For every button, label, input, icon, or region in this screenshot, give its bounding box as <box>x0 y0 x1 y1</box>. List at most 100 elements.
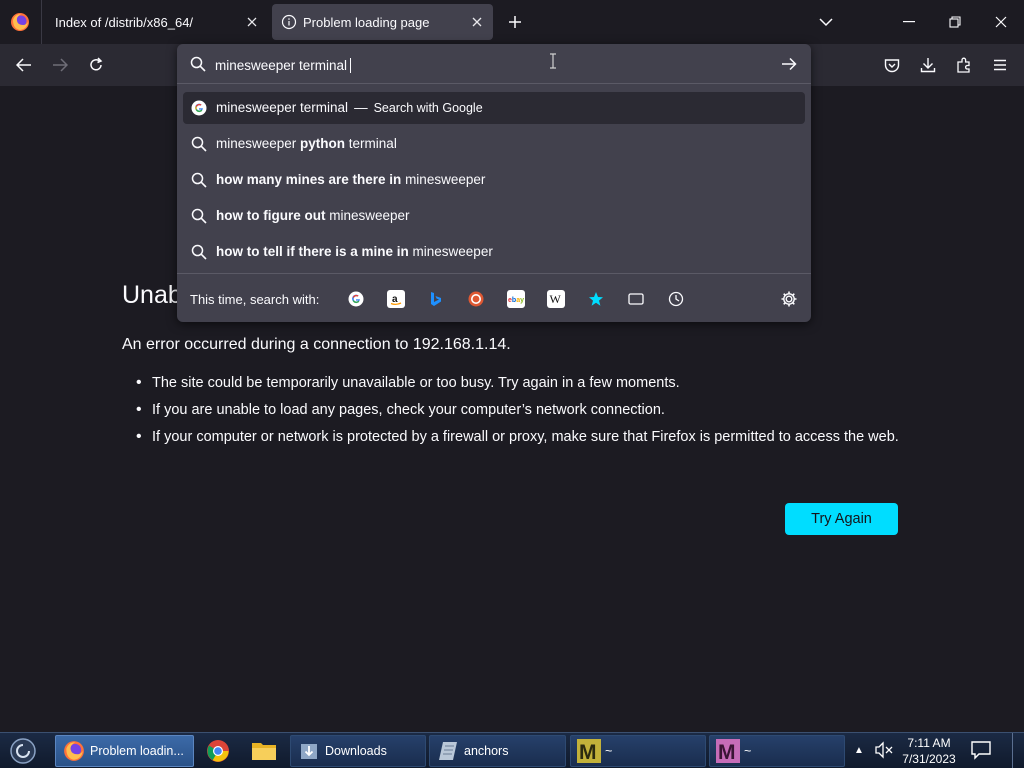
try-again-button[interactable]: Try Again <box>785 503 898 535</box>
tab-title: Index of /distrib/x86_64/ <box>55 14 194 30</box>
search-settings-gear-icon[interactable] <box>780 290 798 308</box>
error-suggestion-item: If your computer or network is protected… <box>136 427 912 447</box>
search-icon <box>190 56 206 72</box>
taskbar-item-label: Problem loadin... <box>90 744 184 758</box>
firefox-menu-icon[interactable] <box>8 10 32 34</box>
ebay-icon[interactable]: ebay <box>507 290 525 308</box>
list-all-tabs-chevron-icon[interactable] <box>814 10 838 34</box>
tab-index-distrib[interactable]: Index of /distrib/x86_64/ <box>42 4 268 40</box>
suggestion-item-0[interactable]: minesweeper terminal — Search with Google <box>183 92 805 124</box>
close-tab-icon[interactable] <box>240 10 264 34</box>
suggestion-text-bold: how to tell if there is a mine in <box>216 244 409 259</box>
google-icon <box>191 100 207 116</box>
suggestion-separator: — <box>354 100 368 115</box>
error-description: An error occurred during a connection to… <box>122 336 511 353</box>
close-tab-icon[interactable] <box>465 10 489 34</box>
suggestion-text-part: minesweeper <box>325 208 410 223</box>
back-arrow-icon[interactable] <box>12 53 36 77</box>
bookmarks-star-icon[interactable] <box>587 290 605 308</box>
mate-terminal-icon: M <box>716 739 740 763</box>
google-icon[interactable] <box>347 290 365 308</box>
search-icon <box>191 244 207 260</box>
suggestion-text: how to figure out minesweeper <box>216 208 410 223</box>
clock-time: 7:11 AM <box>907 736 951 750</box>
go-arrow-icon[interactable] <box>778 53 800 75</box>
error-suggestion-item: The site could be temporarily unavailabl… <box>136 373 912 393</box>
taskbar-item-label: ~ <box>744 744 752 758</box>
tabs-icon[interactable] <box>627 290 645 308</box>
volume-muted-icon[interactable] <box>874 741 894 759</box>
mouse-ibeam-cursor-icon <box>550 53 556 69</box>
search-icon <box>191 136 207 152</box>
forward-arrow-icon[interactable] <box>48 53 72 77</box>
suggestion-text-part: minesweeper <box>216 136 301 151</box>
urlbar-dropdown: minesweeper terminal—Search with Google … <box>177 44 811 322</box>
one-off-search-label: This time, search with: <box>190 292 320 307</box>
info-icon <box>281 14 297 30</box>
search-icon <box>191 208 207 224</box>
amazon-icon[interactable]: a <box>387 290 405 308</box>
bing-icon[interactable] <box>427 290 445 308</box>
taskbar-item-label: Downloads <box>325 744 387 758</box>
history-icon[interactable] <box>667 290 685 308</box>
taskbar-item-label: anchors <box>464 744 509 758</box>
suggestion-item-2[interactable]: how many mines are there in minesweeper <box>183 164 805 196</box>
taskbar-clock[interactable]: 7:11 AM 7/31/2023 <box>898 735 960 767</box>
svg-text:M: M <box>579 741 597 763</box>
suggestion-text: how many mines are there in minesweeper <box>216 172 485 187</box>
wikipedia-icon[interactable]: W <box>547 290 565 308</box>
suggestion-text-part: minesweeper <box>401 172 486 187</box>
notifications-icon[interactable] <box>970 740 992 760</box>
error-suggestion-item: If you are unable to load any pages, che… <box>136 400 912 420</box>
show-hidden-icons-chevron-icon[interactable]: ▲ <box>852 743 866 757</box>
mate-terminal-icon: M <box>577 739 601 763</box>
svg-text:a: a <box>392 294 398 305</box>
extensions-puzzle-icon[interactable] <box>952 53 976 77</box>
reload-icon[interactable] <box>84 53 108 77</box>
suggestion-text-bold: python <box>300 136 346 151</box>
search-icon <box>191 172 207 188</box>
suggestion-text-part: minesweeper <box>408 244 493 259</box>
minimize-window-icon[interactable] <box>886 0 932 44</box>
taskbar-item-firefox[interactable]: Problem loadin... <box>55 735 194 767</box>
downloads-folder-icon <box>297 739 321 763</box>
svg-text:M: M <box>718 741 736 763</box>
app-menu-hamburger-icon[interactable] <box>988 53 1012 77</box>
error-suggestions-list: The site could be temporarily unavailabl… <box>136 373 912 454</box>
taskbar-file-explorer-icon[interactable] <box>244 735 284 767</box>
urlbar <box>177 44 811 84</box>
taskbar-item-terminal-1[interactable]: M ~ <box>570 735 706 767</box>
tab-title: Problem loading page <box>303 14 430 30</box>
taskbar-item-terminal-2[interactable]: M ~ <box>709 735 845 767</box>
taskbar-chrome-icon[interactable] <box>198 735 238 767</box>
taskbar-item-downloads[interactable]: Downloads <box>290 735 426 767</box>
pocket-icon[interactable] <box>880 53 904 77</box>
taskbar: Problem loadin... Downloads anchors M ~ … <box>0 732 1024 768</box>
suggestion-text: how to tell if there is a mine in minesw… <box>216 244 493 259</box>
restore-window-icon[interactable] <box>932 0 978 44</box>
tab-strip: Index of /distrib/x86_64/ Problem loadin… <box>0 0 1024 44</box>
duckduckgo-icon[interactable] <box>467 290 485 308</box>
suggestion-item-4[interactable]: how to tell if there is a mine in minesw… <box>183 236 805 268</box>
suggestion-action: Search with Google <box>373 101 483 115</box>
suggestion-text: minesweeper terminal — Search with Google <box>216 100 483 115</box>
start-button[interactable] <box>6 735 40 767</box>
suggestion-text-bold: how many mines are there in <box>216 172 402 187</box>
show-desktop-button[interactable] <box>1012 733 1020 768</box>
new-tab-plus-icon[interactable] <box>503 10 527 34</box>
suggestion-text-bold: how to figure out <box>216 208 326 223</box>
url-input[interactable] <box>215 55 775 75</box>
svg-text:W: W <box>550 292 562 306</box>
suggestion-item-3[interactable]: how to figure out minesweeper <box>183 200 805 232</box>
suggestion-item-1[interactable]: minesweeper python terminal <box>183 128 805 160</box>
tab-problem-loading[interactable]: Problem loading page <box>272 4 493 40</box>
clock-date: 7/31/2023 <box>902 752 956 766</box>
text-cursor <box>350 58 351 73</box>
taskbar-item-label: ~ <box>605 744 613 758</box>
document-icon <box>436 739 460 763</box>
close-window-icon[interactable] <box>978 0 1024 44</box>
taskbar-item-anchors[interactable]: anchors <box>429 735 566 767</box>
downloads-icon[interactable] <box>916 53 940 77</box>
suggestion-text: minesweeper python terminal <box>216 136 397 151</box>
suggestion-text-part: terminal <box>345 136 397 151</box>
